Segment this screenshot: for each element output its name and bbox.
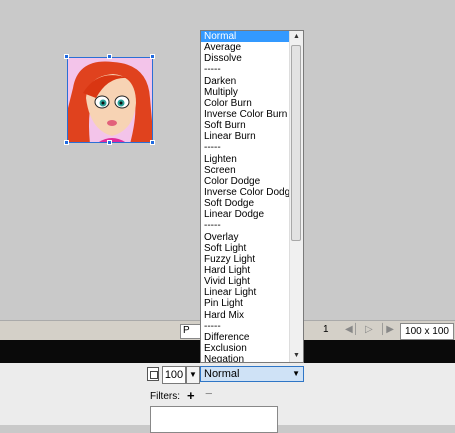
dropdown-option[interactable]: Difference [201,332,291,343]
filters-label: Filters: [150,391,180,402]
resize-handle-top[interactable] [107,54,112,59]
dropdown-option[interactable]: Hard Mix [201,310,291,321]
dropdown-separator: ----- [204,320,221,332]
dropdown-option[interactable]: Hard Light [201,265,291,276]
dropdown-option[interactable]: Vivid Light [201,276,291,287]
add-filter-icon[interactable]: + [187,388,195,403]
opacity-icon [147,367,159,381]
dropdown-option[interactable]: Pin Light [201,298,291,309]
dropdown-separator: ----- [204,220,221,232]
blend-mode-dropdown[interactable]: Normal Average Dissolve ----- Darken Multiply… [200,30,304,363]
dropdown-option[interactable]: Linear Light [201,287,291,298]
resize-handle-bottom[interactable] [107,140,112,145]
filters-list[interactable] [150,406,278,433]
dropdown-option[interactable]: Darken [201,76,291,87]
resize-handle-bottom-right[interactable] [150,140,155,145]
dropdown-scrollbar[interactable]: ▲ ▼ [289,31,303,362]
dropdown-option[interactable]: Soft Dodge [201,198,291,209]
dropdown-option[interactable]: Soft Burn [201,120,291,131]
scroll-up-icon[interactable]: ▲ [290,31,303,43]
dropdown-option[interactable]: Negation [201,354,291,362]
dropdown-option[interactable]: Normal [201,31,291,43]
dropdown-option[interactable]: Color Burn [201,98,291,109]
opacity-input[interactable]: 100 [162,366,186,384]
play-icon[interactable]: ▷ [365,324,373,335]
chevron-down-icon: ▼ [292,369,300,378]
opacity-dropdown-button[interactable]: ▼ [186,366,200,384]
dropdown-separator: ----- [204,64,221,76]
dropdown-option[interactable]: Lighten [201,154,291,165]
blend-mode-options: Normal Average Dissolve ----- Darken Multiply… [201,31,296,362]
character-portrait-image[interactable] [67,57,153,143]
previous-frame-icon[interactable]: ◀│ [345,324,359,335]
dropdown-option[interactable]: Dissolve [201,53,291,64]
dropdown-option[interactable]: Fuzzy Light [201,254,291,265]
dropdown-option[interactable]: Linear Burn [201,131,291,142]
dropdown-option[interactable]: Exclusion [201,343,291,354]
dropdown-option[interactable]: Inverse Color Dodge [201,187,296,198]
next-frame-icon[interactable]: │▶ [380,324,394,335]
dropdown-option[interactable]: Soft Light [201,243,291,254]
remove-filter-icon[interactable]: − [205,386,213,401]
scroll-down-icon[interactable]: ▼ [290,350,303,362]
frame-number: 1 [323,324,329,335]
dropdown-separator: ----- [204,142,221,154]
scrollbar-thumb[interactable] [291,45,301,241]
blend-mode-value: Normal [204,368,240,380]
dropdown-option[interactable]: Inverse Color Burn [201,109,291,120]
blend-mode-select[interactable]: Normal ▼ [200,366,304,382]
dropdown-option[interactable]: Overlay [201,232,291,243]
dropdown-option[interactable]: Screen [201,165,291,176]
dropdown-option[interactable]: Linear Dodge [201,209,291,220]
resize-handle-bottom-left[interactable] [64,140,69,145]
resize-handle-top-left[interactable] [64,54,69,59]
resize-handle-top-right[interactable] [150,54,155,59]
dropdown-option[interactable]: Multiply [201,87,291,98]
dropdown-option[interactable]: Average [201,42,291,53]
dropdown-option[interactable]: Color Dodge [201,176,291,187]
canvas-size-readout: 100 x 100 [400,323,454,340]
